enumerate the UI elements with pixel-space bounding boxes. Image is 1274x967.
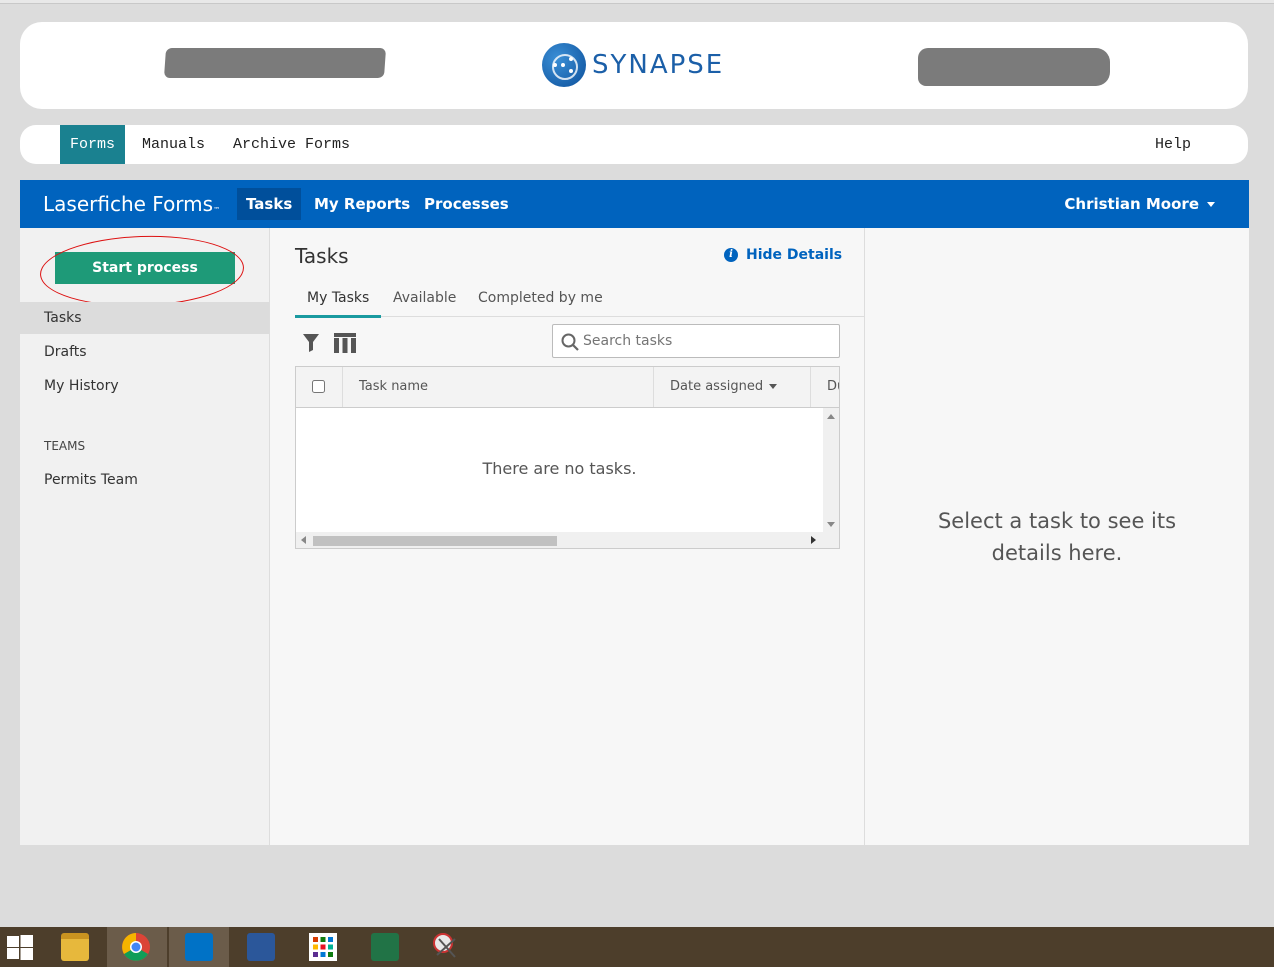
hide-details-label: Hide Details <box>746 247 843 263</box>
sidebar-item-my-history[interactable]: My History <box>20 370 269 402</box>
columns-icon[interactable] <box>334 333 356 353</box>
redacted-logo-right <box>918 48 1110 86</box>
tab-available[interactable]: Available <box>381 290 468 316</box>
word-icon[interactable] <box>231 927 291 967</box>
nav-processes[interactable]: Processes <box>415 188 518 220</box>
sort-desc-icon <box>769 384 778 389</box>
search-input[interactable] <box>583 325 833 357</box>
excel-icon[interactable] <box>355 927 415 967</box>
site-menubar: Forms Manuals Archive Forms Help <box>20 125 1248 164</box>
redacted-logo-left <box>163 48 387 78</box>
apps-grid-icon[interactable] <box>293 927 353 967</box>
sidebar-item-permits-team[interactable]: Permits Team <box>20 464 269 496</box>
column-due[interactable]: Du <box>810 367 839 407</box>
details-placeholder: Select a task to see its details here. <box>937 509 1177 565</box>
tab-my-tasks[interactable]: My Tasks <box>295 290 382 318</box>
app-navbar: Laserfiche Forms™ Tasks My Reports Proce… <box>20 180 1249 228</box>
browser-top-edge <box>0 0 1274 4</box>
start-process-button[interactable]: Start process <box>55 252 235 284</box>
site-banner: SYNAPSE <box>20 22 1248 109</box>
vertical-scrollbar[interactable] <box>823 408 839 533</box>
page-title: Tasks <box>295 244 349 268</box>
sidebar: Start process Tasks Drafts My History TE… <box>20 228 270 845</box>
column-date-assigned[interactable]: Date assigned <box>653 367 810 407</box>
column-task-name-label: Task name <box>359 379 429 394</box>
scroll-thumb[interactable] <box>313 536 557 546</box>
empty-message: There are no tasks. <box>482 459 637 478</box>
task-list-panel: Tasks i Hide Details My Tasks Available … <box>270 228 865 845</box>
column-date-assigned-label: Date assigned <box>670 379 764 394</box>
menu-archive-forms[interactable]: Archive Forms <box>223 125 360 164</box>
outlook-icon[interactable] <box>169 927 229 967</box>
synapse-logo-icon <box>542 43 586 87</box>
logo-text: SYNAPSE <box>592 50 725 80</box>
scroll-right-icon[interactable] <box>811 536 816 544</box>
app-brand-label: Laserfiche Forms <box>43 192 214 216</box>
snipping-tool-icon[interactable] <box>417 927 477 967</box>
synapse-logo: SYNAPSE <box>542 43 724 87</box>
chevron-down-icon <box>1207 202 1215 207</box>
hide-details-link[interactable]: i Hide Details <box>724 247 842 263</box>
details-panel: Select a task to see its details here. <box>865 228 1249 845</box>
grid-header: Task name Date assigned Du <box>296 367 839 408</box>
menu-forms[interactable]: Forms <box>60 125 126 164</box>
search-box <box>552 324 840 358</box>
search-icon <box>561 333 579 351</box>
select-all-cell <box>296 367 342 407</box>
task-grid: Task name Date assigned Du There are no … <box>295 366 840 549</box>
column-due-label: Du <box>827 379 839 394</box>
horizontal-scrollbar[interactable] <box>296 532 839 548</box>
sidebar-item-drafts[interactable]: Drafts <box>20 336 269 368</box>
user-menu[interactable]: Christian Moore <box>1064 180 1215 228</box>
column-task-name[interactable]: Task name <box>342 367 653 407</box>
info-icon: i <box>724 248 738 262</box>
menu-help[interactable]: Help <box>1145 125 1201 164</box>
sidebar-item-tasks[interactable]: Tasks <box>20 302 269 334</box>
select-all-checkbox[interactable] <box>312 380 325 393</box>
nav-my-reports[interactable]: My Reports <box>305 188 419 220</box>
app-brand[interactable]: Laserfiche Forms™ <box>43 180 220 228</box>
trademark: ™ <box>213 206 221 214</box>
chrome-icon[interactable] <box>107 927 167 967</box>
filter-icon[interactable] <box>303 334 319 352</box>
task-tabs: My Tasks Available Completed by me <box>295 290 865 318</box>
windows-taskbar <box>0 927 1274 967</box>
tab-completed-by-me[interactable]: Completed by me <box>466 290 615 316</box>
scroll-down-icon[interactable] <box>827 522 835 527</box>
user-name: Christian Moore <box>1064 195 1199 213</box>
teams-header: TEAMS <box>44 439 86 453</box>
scroll-left-icon[interactable] <box>301 536 306 544</box>
file-explorer-icon[interactable] <box>45 927 105 967</box>
nav-tasks[interactable]: Tasks <box>237 188 302 220</box>
menu-manuals[interactable]: Manuals <box>132 125 215 164</box>
scroll-up-icon[interactable] <box>827 414 835 419</box>
